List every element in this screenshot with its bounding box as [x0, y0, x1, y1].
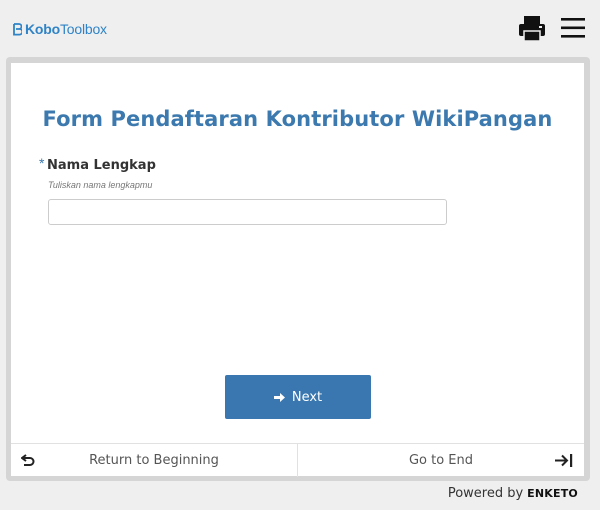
- logo-toolbox-text: Toolbox: [59, 21, 107, 37]
- kobotoolbox-logo: KoboToolbox: [12, 21, 107, 37]
- question-hint: Tuliskan nama lengkapmu: [48, 180, 153, 190]
- question-label: Nama Lengkap: [47, 158, 156, 173]
- form-footer-nav: Return to Beginning Go to End: [11, 443, 584, 477]
- next-button[interactable]: Next: [225, 375, 371, 419]
- powered-by-enketo[interactable]: Powered by ENKETO: [448, 486, 578, 501]
- go-to-end-label: Go to End: [408, 453, 474, 468]
- go-to-end-button[interactable]: Go to End: [298, 444, 584, 477]
- enketo-logo: ENKETO: [527, 487, 578, 500]
- return-to-beginning-button[interactable]: Return to Beginning: [11, 444, 298, 477]
- top-bar: KoboToolbox: [0, 0, 600, 57]
- printer-icon[interactable]: [518, 15, 546, 42]
- hamburger-menu-icon[interactable]: [561, 17, 585, 39]
- arrow-right-icon: [273, 392, 285, 402]
- form-title: Form Pendaftaran Kontributor WikiPangan: [42, 107, 553, 131]
- next-button-label: Next: [291, 389, 323, 405]
- form-card: Form Pendaftaran Kontributor WikiPangan …: [11, 63, 584, 477]
- required-marker: *: [39, 155, 45, 171]
- undo-arrow-icon: [21, 454, 35, 466]
- arrow-to-end-icon: [555, 454, 573, 467]
- logo-kobo-text: Kobo: [25, 21, 60, 37]
- return-label: Return to Beginning: [89, 453, 219, 468]
- full-name-input[interactable]: [48, 199, 447, 225]
- kobo-logo-icon: [13, 22, 22, 35]
- powered-by-text: Powered by: [447, 486, 524, 501]
